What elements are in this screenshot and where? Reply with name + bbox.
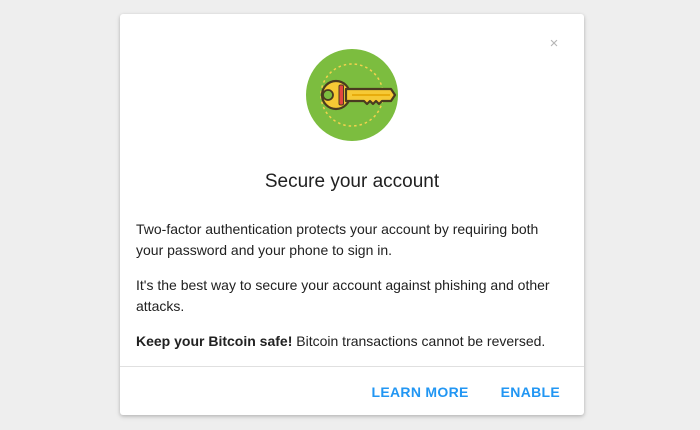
dialog-title: Secure your account xyxy=(264,171,440,192)
dialog-body: Two-factor authentication protects your … xyxy=(136,219,568,366)
paragraph-two-factor: Two-factor authentication protects your … xyxy=(136,221,539,258)
learn-more-button[interactable]: LEARN MORE xyxy=(372,382,469,402)
actions-divider xyxy=(120,366,584,367)
bitcoin-safe-emphasis: Keep your Bitcoin safe! xyxy=(136,333,293,349)
paragraph-phishing: It's the best way to secure your account… xyxy=(136,277,550,314)
close-icon[interactable]: × xyxy=(546,36,562,52)
bitcoin-irreversible-text: Bitcoin transactions cannot be reversed. xyxy=(292,333,546,349)
paragraph-bitcoin: Keep your Bitcoin safe! Bitcoin transact… xyxy=(136,331,568,352)
enable-button[interactable]: ENABLE xyxy=(501,382,560,402)
two-factor-dialog: × Secure your account Two-factor authent… xyxy=(120,14,584,415)
dialog-actions: LEARN MORE ENABLE xyxy=(372,382,560,402)
key-icon xyxy=(306,49,398,141)
